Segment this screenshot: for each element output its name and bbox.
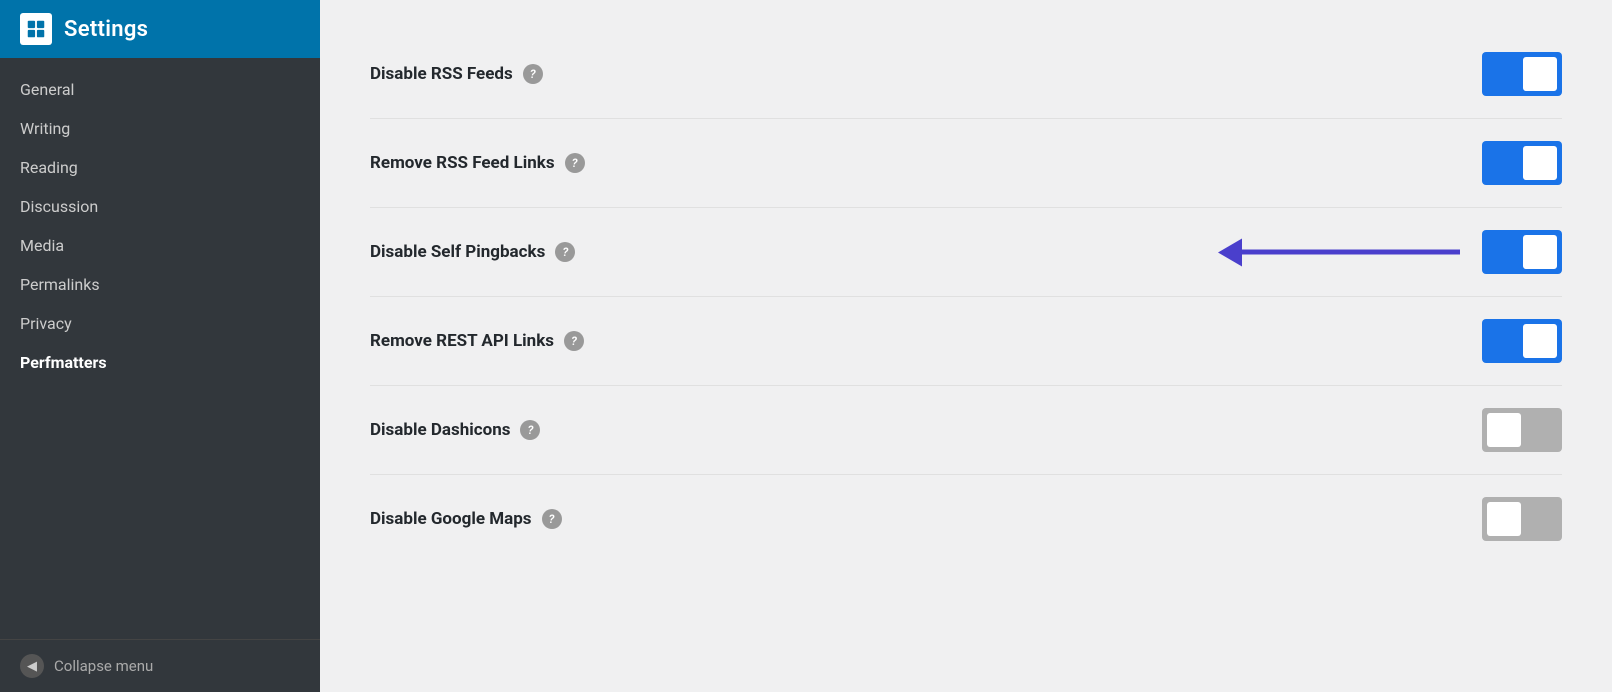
- settings-label-text-remove-rest-api-links: Remove REST API Links: [370, 331, 554, 351]
- help-icon-disable-self-pingbacks[interactable]: ?: [555, 242, 575, 262]
- arrow-line: [1240, 250, 1460, 255]
- settings-row-disable-self-pingbacks: Disable Self Pingbacks?: [370, 208, 1562, 297]
- settings-label-disable-rss-feeds: Disable RSS Feeds?: [370, 64, 1482, 84]
- help-icon-disable-rss-feeds[interactable]: ?: [523, 64, 543, 84]
- sidebar-nav: GeneralWritingReadingDiscussionMediaPerm…: [0, 58, 320, 639]
- settings-label-disable-google-maps: Disable Google Maps?: [370, 509, 1482, 529]
- settings-label-text-disable-rss-feeds: Disable RSS Feeds: [370, 64, 513, 84]
- sidebar-item-perfmatters[interactable]: Perfmatters: [0, 343, 320, 382]
- settings-label-remove-rest-api-links: Remove REST API Links?: [370, 331, 1482, 351]
- toggle-remove-rest-api-links[interactable]: [1482, 319, 1562, 363]
- settings-row-disable-google-maps: Disable Google Maps?: [370, 475, 1562, 563]
- collapse-arrow-icon: ◀: [20, 654, 44, 678]
- settings-row-disable-dashicons: Disable Dashicons?: [370, 386, 1562, 475]
- toggle-knob-disable-rss-feeds: [1523, 57, 1557, 91]
- toggle-disable-rss-feeds[interactable]: [1482, 52, 1562, 96]
- help-icon-disable-google-maps[interactable]: ?: [542, 509, 562, 529]
- settings-row-remove-rss-feed-links: Remove RSS Feed Links?: [370, 119, 1562, 208]
- sidebar-item-writing[interactable]: Writing: [0, 109, 320, 148]
- sidebar-item-media[interactable]: Media: [0, 226, 320, 265]
- toggle-knob-remove-rest-api-links: [1523, 324, 1557, 358]
- main-content: Disable RSS Feeds?Remove RSS Feed Links?…: [320, 0, 1612, 692]
- help-icon-disable-dashicons[interactable]: ?: [520, 420, 540, 440]
- toggle-disable-google-maps[interactable]: [1482, 497, 1562, 541]
- sidebar-item-reading[interactable]: Reading: [0, 148, 320, 187]
- arrow-annotation: [1240, 250, 1460, 255]
- settings-label-text-disable-self-pingbacks: Disable Self Pingbacks: [370, 242, 545, 262]
- settings-label-text-remove-rss-feed-links: Remove RSS Feed Links: [370, 153, 555, 173]
- settings-label-text-disable-google-maps: Disable Google Maps: [370, 509, 532, 529]
- help-icon-remove-rest-api-links[interactable]: ?: [564, 331, 584, 351]
- sidebar-item-privacy[interactable]: Privacy: [0, 304, 320, 343]
- collapse-menu-label: Collapse menu: [54, 657, 153, 675]
- toggle-knob-remove-rss-feed-links: [1523, 146, 1557, 180]
- toggle-knob-disable-dashicons: [1487, 413, 1521, 447]
- sidebar: Settings GeneralWritingReadingDiscussion…: [0, 0, 320, 692]
- settings-label-disable-dashicons: Disable Dashicons?: [370, 420, 1482, 440]
- wordpress-logo: [20, 13, 52, 45]
- settings-row-disable-rss-feeds: Disable RSS Feeds?: [370, 30, 1562, 119]
- sidebar-header: Settings: [0, 0, 320, 58]
- sidebar-item-discussion[interactable]: Discussion: [0, 187, 320, 226]
- settings-label-remove-rss-feed-links: Remove RSS Feed Links?: [370, 153, 1482, 173]
- toggle-knob-disable-google-maps: [1487, 502, 1521, 536]
- collapse-menu-button[interactable]: ◀ Collapse menu: [0, 639, 320, 692]
- toggle-disable-dashicons[interactable]: [1482, 408, 1562, 452]
- toggle-remove-rss-feed-links[interactable]: [1482, 141, 1562, 185]
- sidebar-item-general[interactable]: General: [0, 70, 320, 109]
- settings-label-text-disable-dashicons: Disable Dashicons: [370, 420, 510, 440]
- sidebar-title: Settings: [64, 17, 148, 42]
- toggle-disable-self-pingbacks[interactable]: [1482, 230, 1562, 274]
- arrow-head: [1218, 238, 1242, 266]
- sidebar-item-permalinks[interactable]: Permalinks: [0, 265, 320, 304]
- settings-row-remove-rest-api-links: Remove REST API Links?: [370, 297, 1562, 386]
- toggle-knob-disable-self-pingbacks: [1523, 235, 1557, 269]
- help-icon-remove-rss-feed-links[interactable]: ?: [565, 153, 585, 173]
